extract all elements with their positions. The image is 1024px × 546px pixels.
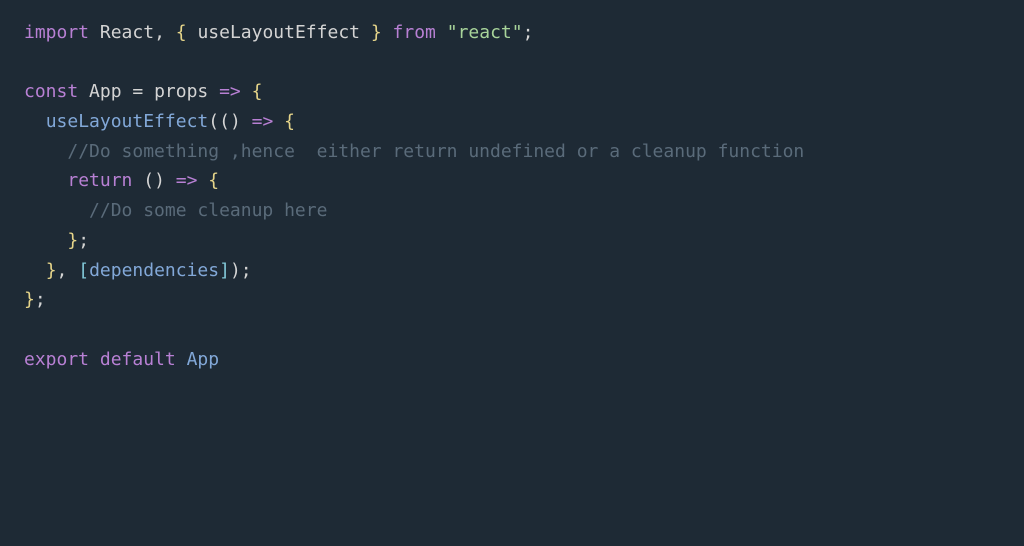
lbrace: { xyxy=(252,81,263,102)
ident-react: React xyxy=(89,22,154,43)
indent xyxy=(24,230,67,251)
indent xyxy=(24,170,67,191)
code-editor: import React, { useLayoutEffect } from "… xyxy=(0,0,1024,392)
lbrace: { xyxy=(284,111,295,132)
keyword-import: import xyxy=(24,22,89,43)
arrow: => xyxy=(252,111,285,132)
keyword-const: const xyxy=(24,81,78,102)
rbrace: } xyxy=(46,260,57,281)
keyword-export: export xyxy=(24,349,89,370)
rparen: ) xyxy=(154,170,176,191)
fn-useLayoutEffect: useLayoutEffect xyxy=(46,111,209,132)
semicolon: ; xyxy=(241,260,252,281)
semicolon: ; xyxy=(523,22,534,43)
comment: //Do something ,hence either return unde… xyxy=(67,141,804,162)
param-props: props xyxy=(154,81,208,102)
lparen: ( xyxy=(132,170,154,191)
ident-app: App xyxy=(78,81,121,102)
equals: = xyxy=(122,81,155,102)
comma: , xyxy=(154,22,176,43)
ident-hook: useLayoutEffect xyxy=(197,22,360,43)
indent xyxy=(24,111,46,132)
string-module: react xyxy=(458,22,512,43)
indent xyxy=(24,200,89,221)
rparen: ) xyxy=(230,111,252,132)
comma: , xyxy=(57,260,79,281)
lbrace: { xyxy=(208,170,219,191)
rbrace: } xyxy=(360,22,382,43)
string-quote: " xyxy=(447,22,458,43)
rbrace: } xyxy=(67,230,78,251)
arrow: => xyxy=(208,81,251,102)
code-block: import React, { useLayoutEffect } from "… xyxy=(24,18,1000,374)
rbracket: ] xyxy=(219,260,230,281)
keyword-default: default xyxy=(89,349,176,370)
arrow: => xyxy=(176,170,209,191)
semicolon: ; xyxy=(35,289,46,310)
lbrace: { xyxy=(176,22,198,43)
string-quote: " xyxy=(512,22,523,43)
ident-deps: dependencies xyxy=(89,260,219,281)
indent xyxy=(24,260,46,281)
ident-app: App xyxy=(176,349,219,370)
rparen: ) xyxy=(230,260,241,281)
lbracket: [ xyxy=(78,260,89,281)
semicolon: ; xyxy=(78,230,89,251)
comment: //Do some cleanup here xyxy=(89,200,327,221)
keyword-return: return xyxy=(67,170,132,191)
rbrace: } xyxy=(24,289,35,310)
lparen: (( xyxy=(208,111,230,132)
keyword-from: from xyxy=(382,22,447,43)
indent xyxy=(24,141,67,162)
